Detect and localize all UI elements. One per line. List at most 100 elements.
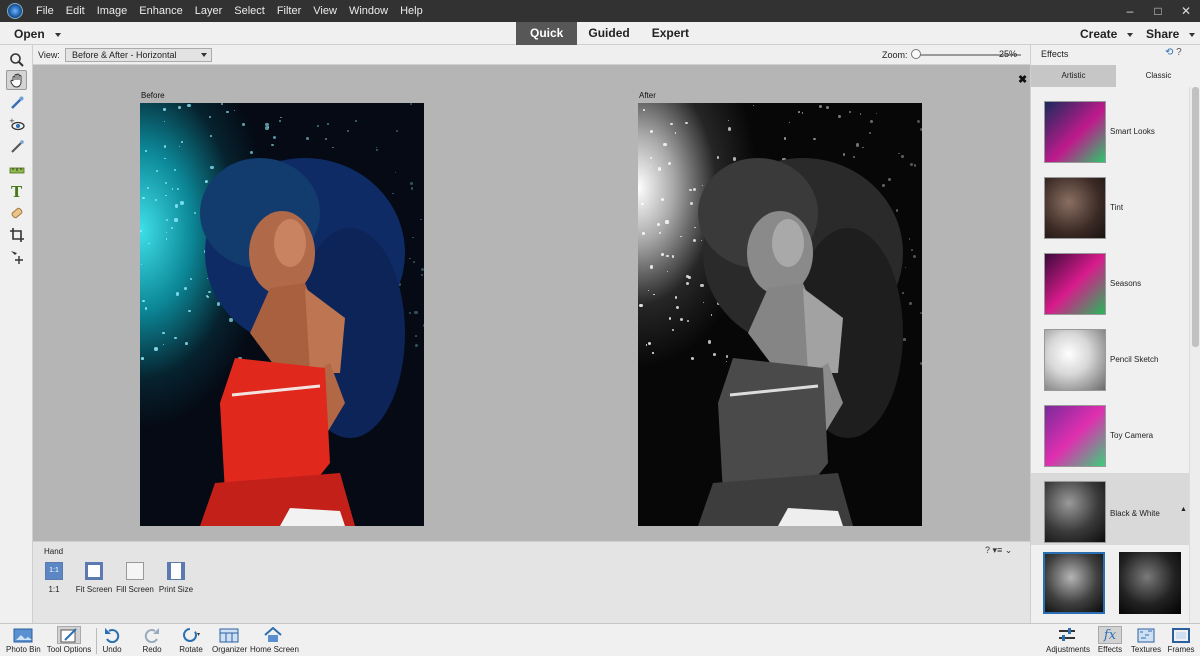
close-window-button[interactable]: ✕ [1172, 0, 1200, 22]
home-screen-button[interactable]: Home Screen [250, 626, 299, 654]
minimize-button[interactable]: – [1116, 0, 1144, 22]
move-tool-icon[interactable] [6, 247, 27, 267]
print-size-label: Print Size [158, 585, 194, 594]
tab-artistic[interactable]: Artistic [1031, 65, 1116, 87]
one-to-one-label: 1:1 [48, 585, 60, 594]
app-logo-icon [0, 0, 30, 22]
effect-label: Toy Camera [1110, 431, 1154, 440]
menu-view[interactable]: View [307, 5, 343, 17]
menu-filter[interactable]: Filter [271, 5, 307, 17]
crop-tool-icon[interactable] [6, 225, 27, 245]
fill-screen-label: Fill Screen [116, 585, 154, 594]
chevron-down-icon [201, 53, 207, 57]
menu-bar: File Edit Image Enhance Layer Select Fil… [0, 0, 1200, 22]
after-label: After [639, 91, 656, 100]
maximize-button[interactable]: □ [1144, 0, 1172, 22]
adjustments-icon [1055, 626, 1079, 644]
frames-button[interactable]: Frames [1166, 626, 1196, 654]
red-eye-icon[interactable]: + [6, 115, 27, 135]
scrollbar-thumb[interactable] [1192, 87, 1199, 347]
before-image [140, 103, 424, 526]
quick-selection-icon[interactable] [6, 93, 27, 113]
undo-button[interactable]: Undo [100, 626, 124, 654]
mode-expert[interactable]: Expert [641, 22, 700, 45]
app-window: File Edit Image Enhance Layer Select Fil… [0, 0, 1200, 656]
effect-thumbnail [1044, 101, 1106, 163]
effect-seasons[interactable]: Seasons [1031, 243, 1189, 319]
effect-smart-looks[interactable]: Smart Looks [1031, 91, 1189, 167]
menu-edit[interactable]: Edit [60, 5, 91, 17]
redo-label: Redo [142, 645, 162, 654]
effect-tint[interactable]: Tint [1031, 167, 1189, 243]
mode-guided[interactable]: Guided [577, 22, 640, 45]
tool-options-label: Tool Options [46, 645, 92, 654]
bw-variant-1[interactable] [1043, 552, 1105, 614]
menu-layer[interactable]: Layer [189, 5, 229, 17]
chevron-down-icon [54, 32, 61, 37]
effects-tabs: Artistic Classic [1031, 65, 1200, 87]
menu-help[interactable]: Help [394, 5, 429, 17]
effect-toy-camera[interactable]: Toy Camera [1031, 395, 1189, 471]
effect-black-white[interactable]: Black & White ▲ [1031, 473, 1189, 545]
close-view-icon[interactable]: ✖ [1018, 73, 1027, 86]
print-size-button[interactable]: Print Size [156, 562, 196, 594]
effect-thumbnail [1044, 329, 1106, 391]
menu-select[interactable]: Select [228, 5, 271, 17]
menu-enhance[interactable]: Enhance [133, 5, 188, 17]
effects-button[interactable]: fx Effects [1096, 626, 1124, 654]
organizer-button[interactable]: Organizer [212, 626, 248, 654]
adjustments-button[interactable]: Adjustments [1046, 626, 1090, 654]
menu-file[interactable]: File [30, 5, 60, 17]
rotate-button[interactable]: Rotate [176, 626, 206, 654]
bw-variant-2[interactable] [1119, 552, 1181, 614]
effects-scrollbar[interactable] [1189, 87, 1200, 623]
menu-window[interactable]: Window [343, 5, 394, 17]
hand-tool-icon[interactable] [6, 70, 27, 90]
effects-panel: Effects ⟲ ? Artistic Classic Smart Looks… [1030, 45, 1200, 623]
undo-icon [100, 626, 124, 644]
create-button[interactable]: Create [1080, 27, 1134, 41]
type-tool-icon[interactable]: T [6, 181, 27, 201]
photo-bin-button[interactable]: Photo Bin [6, 626, 41, 654]
straighten-icon[interactable] [6, 159, 27, 179]
mode-quick[interactable]: Quick [516, 22, 578, 45]
zoom-value: 25% [999, 49, 1018, 59]
view-dropdown[interactable]: Before & After - Horizontal [65, 48, 212, 62]
spot-healing-icon[interactable] [6, 203, 27, 223]
canvas-area[interactable]: ✖ Before After [33, 65, 1030, 541]
one-to-one-button[interactable]: 1:1 1:1 [43, 562, 65, 594]
whiten-teeth-icon[interactable] [6, 137, 27, 157]
zoom-label: Zoom: [882, 50, 908, 60]
tab-classic[interactable]: Classic [1116, 65, 1200, 87]
fill-screen-button[interactable]: Fill Screen [115, 562, 155, 594]
redo-icon [140, 626, 164, 644]
chevron-down-icon [1127, 32, 1134, 37]
effect-label: Pencil Sketch [1110, 355, 1159, 364]
chevron-up-icon[interactable]: ▲ [1180, 506, 1187, 513]
effect-label: Tint [1110, 203, 1124, 212]
effect-thumbnail [1044, 177, 1106, 239]
bottom-taskbar: Photo Bin Tool Options Undo Redo Rotate … [0, 623, 1200, 656]
tool-options-button[interactable]: Tool Options [46, 626, 92, 654]
print-size-icon [167, 562, 185, 580]
redo-button[interactable]: Redo [140, 626, 164, 654]
view-dropdown-value: Before & After - Horizontal [72, 50, 177, 60]
tools-panel: + T [0, 45, 33, 623]
tool-options-menu-icons[interactable]: ? ▾≡ ⌄ [985, 545, 1012, 556]
panel-title: Effects [1041, 49, 1069, 59]
effect-pencil-sketch[interactable]: Pencil Sketch [1031, 319, 1189, 395]
open-button[interactable]: Open [14, 27, 61, 41]
fit-screen-button[interactable]: Fit Screen [74, 562, 114, 594]
mode-bar: Open Quick Guided Expert Create Share [0, 22, 1200, 45]
fit-screen-icon [85, 562, 103, 580]
zoom-slider-thumb[interactable] [911, 49, 921, 59]
zoom-tool-icon[interactable] [6, 50, 27, 70]
menu-image[interactable]: Image [91, 5, 134, 17]
effect-thumbnail [1044, 405, 1106, 467]
panel-refresh-help-icons[interactable]: ⟲ ? [1165, 47, 1182, 58]
share-button[interactable]: Share [1146, 27, 1196, 41]
view-options-bar: View: Before & After - Horizontal Zoom: … [33, 45, 1030, 65]
organizer-label: Organizer [212, 645, 248, 654]
tool-options-icon [57, 626, 81, 644]
textures-button[interactable]: Textures [1130, 626, 1162, 654]
